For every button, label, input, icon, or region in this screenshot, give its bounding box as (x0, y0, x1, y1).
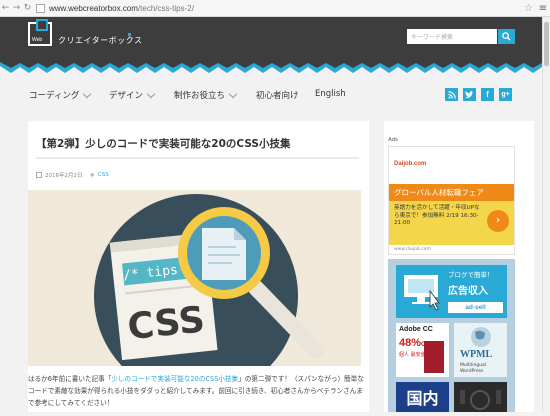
twitter-icon[interactable] (463, 88, 476, 101)
search-input[interactable]: キーワード検索 (407, 29, 497, 44)
ad-description: 英語力を活かして活躍・年収UPなら東京で！参加無料 2/19 16:30-21:… (394, 205, 480, 226)
nav-item-english[interactable]: English (315, 89, 346, 99)
site-name[interactable]: クリエイターボックス (58, 35, 142, 46)
wpml-banner[interactable]: WPML Multilingual WordPress (454, 323, 507, 377)
browser-toolbar: ← → ↻ www.webcreatorbox.com/tech/css-tip… (0, 0, 550, 17)
domestic-banner[interactable]: 国内 (396, 382, 449, 412)
magnifier-illustration: /* tips */ CSS (94, 194, 324, 366)
googleplus-icon[interactable]: g+ (499, 88, 512, 101)
adobe-percent: 48% (399, 337, 422, 349)
ad-banner-text: グローバル人材転職フェア (389, 184, 514, 201)
title-divider (36, 157, 359, 159)
nav-item-beginner[interactable]: 初心者向け (256, 89, 299, 101)
adobe-sub: 個人 最安値 (399, 352, 426, 358)
page-icon (36, 3, 45, 13)
banner-graphic-icon (460, 390, 501, 410)
reload-icon[interactable]: ↻ (22, 3, 33, 13)
adobe-cc-banner[interactable]: Adobe CC 48%OFF 個人 最安値 (396, 323, 449, 377)
search-placeholder: キーワード検索 (411, 34, 454, 41)
ad-go-icon[interactable]: › (487, 210, 509, 232)
hero-image: /* tips */ CSS (28, 190, 361, 366)
nav-label: 初心者向け (256, 91, 299, 101)
bookmark-star-icon[interactable]: ☆ (524, 3, 536, 14)
wpml-sub2: WordPress (460, 368, 484, 374)
wpml-title: WPML (460, 349, 493, 360)
intro-prefix: はるか6年前に書いた記事「 (28, 375, 112, 383)
back-icon[interactable]: ← (0, 3, 11, 13)
adobe-title: Adobe CC (399, 326, 433, 333)
nav-item-useful[interactable]: 制作お役立ち (174, 89, 238, 101)
chevron-down-icon (146, 89, 156, 98)
chevron-down-icon (228, 89, 238, 98)
previous-article-link[interactable]: 少しのコードで実装可能な20のCSS小技集 (111, 375, 238, 383)
header-zigzag (0, 61, 542, 75)
article-category[interactable]: CSS (98, 172, 109, 178)
nav-label: デザイン (109, 91, 144, 101)
nav-label: コーディング (29, 91, 80, 101)
url-path: /tech/css-tips-2/ (137, 3, 194, 13)
wpml-sub1: Multilingual (460, 363, 487, 368)
rss-icon[interactable] (445, 88, 458, 101)
nav-item-design[interactable]: デザイン (109, 89, 156, 101)
daijob-ad[interactable]: Daijob.com グローバル人材転職フェア 英語力を活かして活躍・年収UPな… (388, 146, 515, 255)
calendar-icon (36, 172, 42, 178)
wpml-sub: Multilingual WordPress (460, 363, 486, 374)
logo-label: Web (32, 37, 43, 43)
search-icon (502, 32, 511, 41)
nav-label: English (315, 89, 346, 99)
nav-label: 制作お役立ち (174, 91, 226, 101)
adsell-line3: ad-sell (448, 302, 503, 313)
facebook-icon[interactable]: f (481, 88, 494, 101)
chevron-down-icon (83, 89, 92, 98)
scrollbar-thumb[interactable] (544, 22, 549, 66)
logo-dot-icon (128, 33, 131, 36)
adsell-banner[interactable]: ブログで簡単！ 広告収入 ad-sell (396, 265, 507, 318)
article-date: 2016年2月2日 (45, 173, 83, 179)
ad-brand: Daijob.com (394, 161, 427, 167)
domestic-label: 国内 (406, 389, 439, 408)
logo-square-icon (36, 19, 48, 31)
ad-site: www.daijob.com (394, 247, 431, 252)
nav-item-coding[interactable]: コーディング (29, 89, 92, 101)
ads-label: Ads (388, 137, 399, 143)
tag-icon: ❖ (89, 171, 95, 179)
scrollbar[interactable] (542, 17, 550, 412)
url-host: www.webcreatorbox.com (49, 3, 138, 13)
article-meta: 2016年2月2日 ❖ CSS (36, 171, 109, 179)
dark-banner[interactable] (454, 382, 507, 412)
search-button[interactable] (498, 29, 515, 44)
forward-icon[interactable]: → (11, 3, 22, 13)
site-logo[interactable]: Web (28, 19, 52, 46)
page-title: 【第2弾】少しのコードで実装可能な20のCSS小技集 (36, 138, 291, 150)
adsell-line1: ブログで簡単！ (448, 271, 494, 279)
adobe-box-image (424, 341, 444, 373)
article-intro: はるか6年前に書いた記事「少しのコードで実装可能な20のCSS小技集」の第二弾で… (28, 373, 364, 409)
hero-css-text: CSS (126, 299, 207, 348)
adsell-line2: 広告収入 (448, 286, 488, 297)
monitor-cursor-icon (404, 275, 440, 311)
browser-menu-icon[interactable]: ≡ (536, 3, 550, 14)
address-bar[interactable]: www.webcreatorbox.com/tech/css-tips-2/ (49, 4, 524, 13)
globe-icon (471, 327, 491, 347)
